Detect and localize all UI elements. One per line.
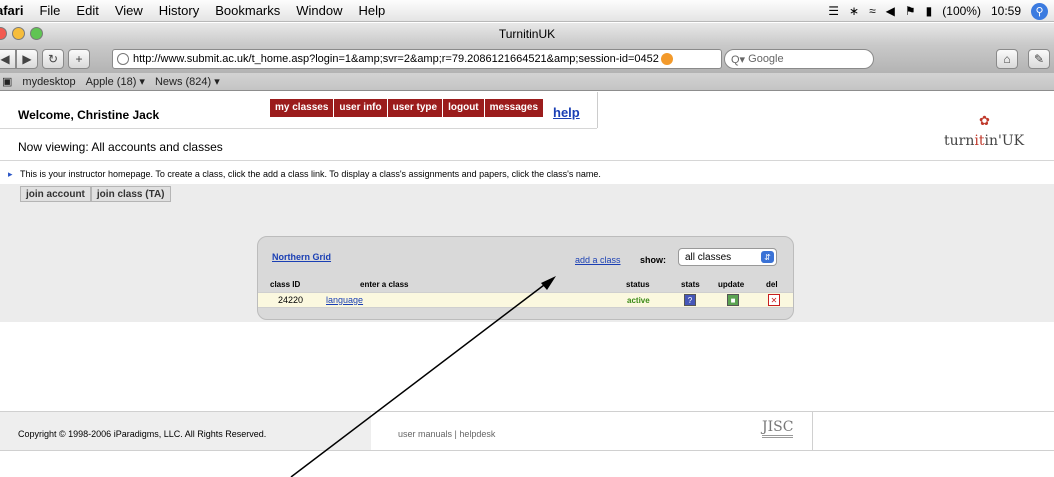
pointer-arrow-annotation bbox=[290, 276, 556, 477]
arrow-head bbox=[541, 276, 556, 290]
arrow-line bbox=[290, 281, 549, 477]
